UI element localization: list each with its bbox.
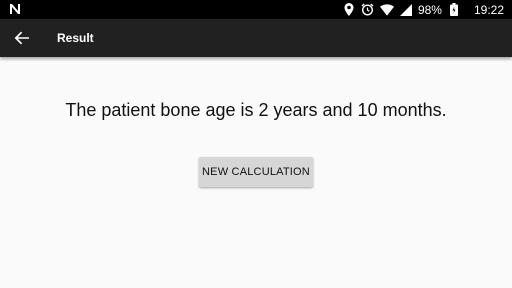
- arrow-back-icon[interactable]: [12, 28, 32, 48]
- n-icon: [8, 2, 22, 16]
- alarm-icon: [361, 3, 375, 17]
- status-time: 19:22: [473, 2, 504, 17]
- new-calculation-button[interactable]: NEW CALCULATION: [199, 157, 313, 187]
- result-text: The patient bone age is 2 years and 10 m…: [65, 100, 447, 120]
- app-bar: Result: [0, 19, 512, 57]
- status-bar: 98% 19:22: [0, 0, 512, 19]
- status-icons: 98% 19:22: [342, 0, 504, 19]
- battery-icon: [447, 3, 461, 17]
- page-title: Result: [57, 31, 94, 45]
- location-icon: [342, 3, 356, 17]
- wifi-icon: [379, 3, 394, 17]
- battery-percent: 98%: [417, 2, 442, 17]
- signal-icon: [399, 3, 413, 17]
